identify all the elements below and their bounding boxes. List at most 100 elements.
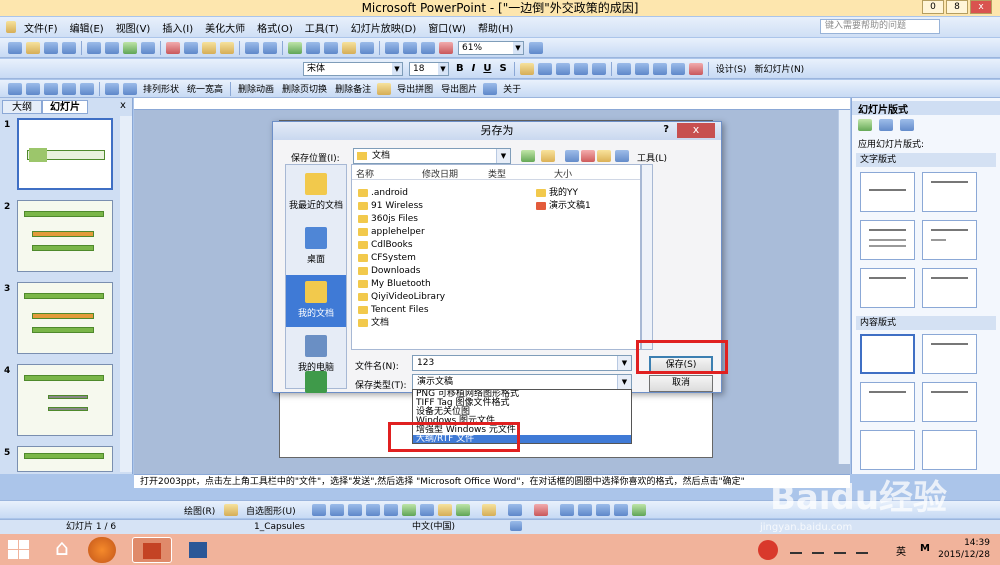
new-folder-icon[interactable] <box>597 150 611 162</box>
font-size-select[interactable]: 18 ▼ <box>409 61 449 76</box>
expand-all-icon[interactable] <box>385 41 399 54</box>
ime-mode-icon[interactable]: M <box>920 543 930 554</box>
tab-slides[interactable]: 幻灯片 <box>42 100 88 114</box>
menu-slideshow[interactable]: 幻灯片放映(D) <box>345 20 423 35</box>
layout-title[interactable] <box>860 172 915 212</box>
layout-title-text[interactable] <box>860 220 915 260</box>
delete-icon[interactable] <box>581 150 595 162</box>
bullets-icon[interactable] <box>591 62 606 75</box>
line-style-icon[interactable] <box>560 504 574 516</box>
file-item[interactable]: Tencent Files <box>358 304 429 316</box>
volume-icon[interactable] <box>856 544 868 554</box>
open-icon[interactable] <box>26 41 40 54</box>
file-item[interactable]: QiyiVideoLibrary <box>358 291 445 303</box>
up-folder-icon[interactable] <box>541 150 555 162</box>
delete-notes-button[interactable]: 删除备注 <box>331 82 375 95</box>
network-icon[interactable] <box>834 544 846 554</box>
file-item[interactable]: 91 Wireless <box>358 200 423 212</box>
place-desktop[interactable]: 桌面 <box>286 221 346 273</box>
layout-blank[interactable] <box>860 334 915 374</box>
menu-insert[interactable]: 插入(I) <box>156 20 199 35</box>
design-button[interactable]: 设计(S) <box>712 62 751 75</box>
close-pane-icon[interactable]: x <box>120 100 126 111</box>
new-slide-button[interactable]: 新幻灯片(N) <box>750 62 808 75</box>
delete-transition-button[interactable]: 删除页切换 <box>278 82 331 95</box>
menu-tools[interactable]: 工具(T) <box>299 20 345 35</box>
tab-outline[interactable]: 大纲 <box>2 100 42 114</box>
tray-icon[interactable] <box>812 544 824 554</box>
research-icon[interactable] <box>141 41 155 54</box>
shadow-style-icon[interactable] <box>614 504 628 516</box>
3d-style-icon[interactable] <box>632 504 646 516</box>
decrease-font-icon[interactable] <box>634 62 649 75</box>
home-icon[interactable]: ⌂ <box>42 537 82 563</box>
save-in-select[interactable]: 文档 ▼ <box>353 148 511 164</box>
show-formatting-icon[interactable] <box>403 41 417 54</box>
tools-menu[interactable]: 工具(L) <box>637 151 667 164</box>
color-grayscale-icon[interactable] <box>439 41 453 54</box>
format-painter-icon[interactable] <box>220 41 234 54</box>
rectangle-icon[interactable] <box>348 504 362 516</box>
grid-icon[interactable] <box>421 41 435 54</box>
redo-icon[interactable] <box>263 41 277 54</box>
decrease-indent-icon[interactable] <box>652 62 667 75</box>
file-item[interactable]: applehelper <box>358 226 425 238</box>
slide-thumbnail-5[interactable] <box>17 446 113 472</box>
close-button[interactable]: x <box>970 0 992 14</box>
layout-four-content[interactable] <box>860 430 915 470</box>
slide-thumbnail-4[interactable] <box>17 364 113 436</box>
cut-icon[interactable] <box>166 41 180 54</box>
forward-icon[interactable] <box>879 119 893 131</box>
back-icon[interactable] <box>521 150 535 162</box>
filename-input[interactable]: 123 ▼ <box>412 355 632 371</box>
hyperlink-icon[interactable] <box>360 41 374 54</box>
print-icon[interactable] <box>87 41 101 54</box>
search-web-icon[interactable] <box>565 150 579 162</box>
align-center-icon[interactable] <box>537 62 552 75</box>
export-image-button[interactable]: 导出图片 <box>437 82 481 95</box>
home-icon[interactable] <box>900 119 914 131</box>
table-icon[interactable] <box>306 41 320 54</box>
tool-icon[interactable] <box>80 82 94 95</box>
tool-icon[interactable] <box>483 82 498 95</box>
powerpoint-icon[interactable] <box>132 537 172 563</box>
minimize-button[interactable]: 0 <box>922 0 944 14</box>
increase-indent-icon[interactable] <box>670 62 685 75</box>
italic-button[interactable]: I <box>468 63 480 74</box>
undo-icon[interactable] <box>245 41 259 54</box>
layout-two-content[interactable] <box>922 382 977 422</box>
menu-file[interactable]: 文件(F) <box>18 20 64 35</box>
layout-vertical-text[interactable] <box>860 268 915 308</box>
paste-icon[interactable] <box>202 41 216 54</box>
draw-menu[interactable]: 绘图(R) <box>180 504 219 517</box>
file-item[interactable]: CdlBooks <box>358 239 413 251</box>
font-select[interactable]: 宋体 ▼ <box>303 61 403 76</box>
font-color-icon[interactable] <box>534 504 548 516</box>
file-list-scrollbar[interactable] <box>641 164 653 350</box>
clock[interactable]: 14:39 2015/12/28 <box>938 537 990 561</box>
tray-app-icon[interactable] <box>758 540 778 560</box>
delete-animation-button[interactable]: 删除动画 <box>234 82 278 95</box>
textbox-icon[interactable] <box>384 504 398 516</box>
menu-format[interactable]: 格式(O) <box>251 20 299 35</box>
file-item[interactable]: Downloads <box>358 265 420 277</box>
tool-icon[interactable] <box>377 82 392 95</box>
file-item-presentation[interactable]: 演示文稿1 <box>536 200 591 212</box>
browser-icon[interactable] <box>88 537 116 563</box>
views-icon[interactable] <box>615 150 629 162</box>
tray-icon[interactable] <box>790 544 802 554</box>
layout-content[interactable] <box>922 334 977 374</box>
filetype-select[interactable]: 演示文稿 ▼ <box>412 374 632 390</box>
slide-thumbnail-3[interactable] <box>17 282 113 354</box>
file-item[interactable]: 360js Files <box>358 213 418 225</box>
tool-icon[interactable] <box>105 82 119 95</box>
layout-title-four-content[interactable] <box>922 430 977 470</box>
slide-thumbnail-1[interactable] <box>17 118 113 190</box>
slide-thumbnail-2[interactable] <box>17 200 113 272</box>
permission-icon[interactable] <box>62 41 76 54</box>
place-my-documents[interactable]: 我的文档 <box>286 275 346 327</box>
tables-borders-icon[interactable] <box>324 41 338 54</box>
place-recent[interactable]: 我最近的文档 <box>286 167 346 219</box>
about-button[interactable]: 关于 <box>499 82 525 95</box>
windows-start-icon[interactable] <box>8 540 30 560</box>
